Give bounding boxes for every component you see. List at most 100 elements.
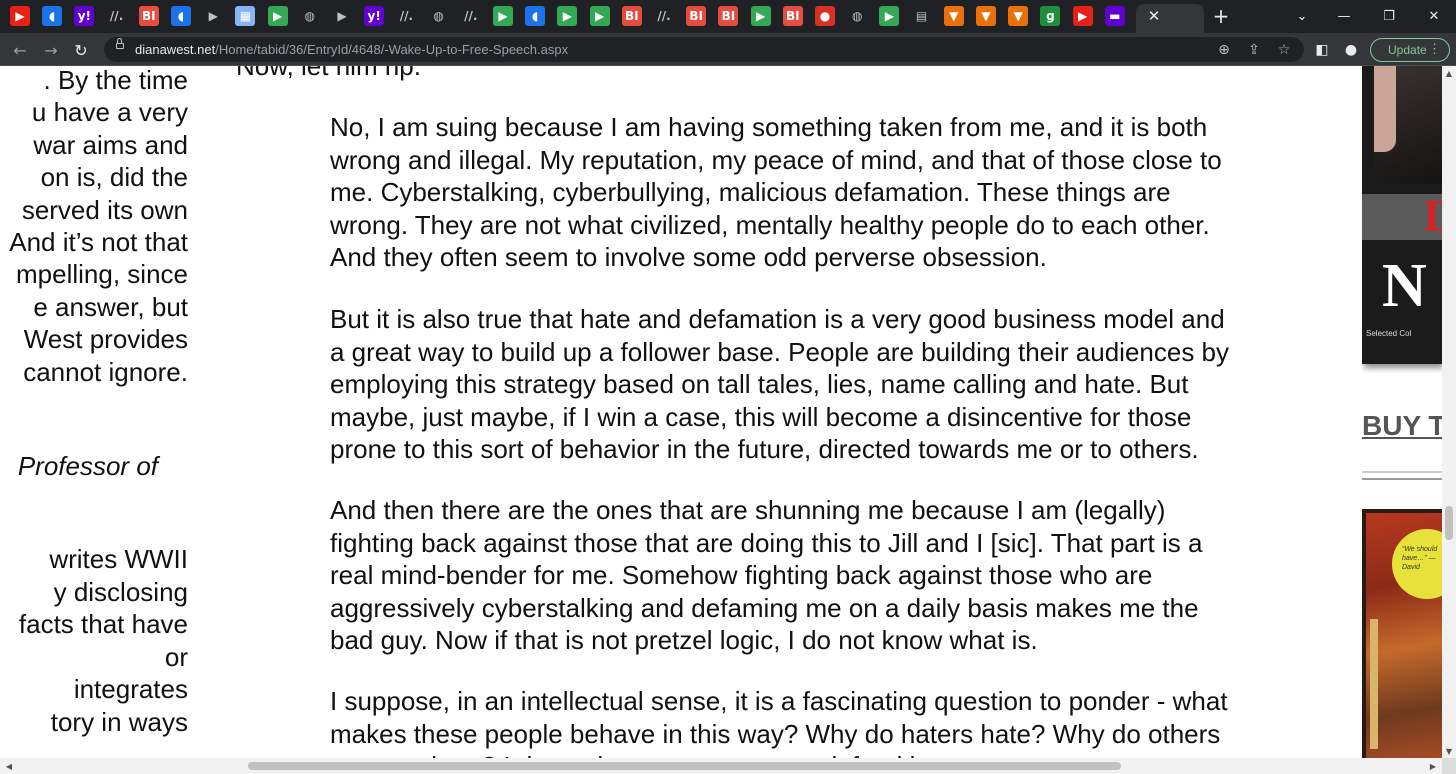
bookmark-icon[interactable]: ▼ [976,6,996,26]
quote-line: maybe, just maybe, if I win a case, this… [330,401,1192,432]
left-column-line: . By the time [43,66,189,95]
left-column-line: served its own [21,194,188,225]
scroll-up-arrow-icon[interactable]: ▲ [1442,66,1456,80]
quote-line: a great way to build up a follower base.… [330,336,1230,367]
left-column-line: Professor of [17,451,158,481]
globe-icon[interactable]: ◍ [847,6,867,26]
book-cover-image[interactable]: D N Selected Col [1362,66,1442,364]
bookmark-icon[interactable]: ▼ [1008,6,1029,26]
left-column-line: war aims and [33,129,188,160]
buy-book-link[interactable]: BUY T [1362,410,1442,442]
minimize-button[interactable]: — [1331,5,1357,27]
globe-icon[interactable]: ◍ [300,6,320,26]
quote-paragraph: But it is also true that hate and defama… [330,303,1229,466]
lock-icon [116,38,124,49]
quote-line: And then there are the ones that are shu… [330,495,1166,525]
badge-blurb: “We should have…” — David [1402,546,1438,571]
book-cover-title: N [1382,252,1427,320]
vertical-scrollbar[interactable]: ▲ ▼ [1442,66,1456,758]
quote-line: real mind-bender for me. Somehow fightin… [330,560,1153,590]
update-button[interactable]: Update ⋮ [1370,38,1450,62]
quote-line: wrong. They are not what civilized, ment… [330,209,1210,240]
site-icon[interactable]: //. [107,6,127,26]
section-heading: Now, let him rip. [236,66,421,81]
quote-line: But it is also true that hate and defama… [330,304,1225,334]
maximize-button[interactable]: ❐ [1376,5,1402,27]
site-icon[interactable]: //. [461,6,481,26]
left-column-line: on is, did the [40,162,188,193]
play-icon[interactable]: ▶ [493,6,513,26]
quote-line: fighting back against those that are doi… [330,527,1203,558]
puzzle-icon[interactable]: ▦ [235,6,256,26]
scroll-right-arrow-icon[interactable]: ▶ [1426,759,1440,773]
play-icon[interactable]: ▶ [589,6,610,26]
browser-toolbar: ← → ↻ dianawest.net/Home/tabid/36/EntryI… [0,33,1456,66]
business-insider-icon[interactable]: BI [718,6,739,26]
bookmark-icon[interactable]: ▼ [943,6,964,26]
forward-arrow-icon[interactable]: → [40,39,62,61]
address-bar[interactable]: dianawest.net/Home/tabid/36/EntryId/4648… [104,37,1304,62]
horizontal-scrollbar[interactable]: ◀ ▶ [0,758,1442,774]
quote-line: And they often seem to involve some odd … [330,242,1047,272]
zoom-icon[interactable]: ⊕ [1214,40,1234,60]
youtube-icon[interactable]: ▶ [10,6,30,26]
side-panel-icon[interactable]: ◧ [1312,40,1332,60]
business-insider-icon[interactable]: BI [782,6,803,26]
left-column-line: tory in ways [50,707,188,737]
profile-avatar-icon[interactable]: ● [1341,40,1361,60]
play-icon[interactable]: ▶ [750,6,771,26]
tag-icon[interactable]: ▶ [203,6,223,26]
left-column-line: mpelling, since [16,259,188,290]
goodreads-icon[interactable]: g [1040,6,1061,26]
quote-paragraph: And then there are the ones that are shu… [330,494,1202,657]
quote-paragraph: I suppose, in an intellectual sense, it … [330,685,1228,758]
divider [1362,471,1442,473]
tag-icon[interactable]: ▶ [332,6,352,26]
left-column-line: u have a very [31,97,188,128]
url-text[interactable]: dianawest.net/Home/tabid/36/EntryId/4648… [135,42,568,57]
right-sidebar: D N Selected Col BUY T “We should have…”… [1362,66,1442,758]
back-arrow-icon[interactable]: ← [9,39,31,61]
play-icon[interactable]: ▶ [267,6,288,26]
globe-icon[interactable]: ◍ [429,6,449,26]
vertical-scroll-thumb[interactable] [1445,506,1453,540]
left-column-line: writes WWII [49,544,188,574]
quote-line: bad guy. Now if that is not pretzel logi… [330,625,1038,655]
mail-icon[interactable]: ▬ [1104,6,1125,26]
window-close-button[interactable]: ✕ [1421,5,1447,27]
new-tab-button[interactable]: + [1210,4,1232,28]
scroll-down-arrow-icon[interactable]: ▼ [1442,744,1456,758]
business-insider-icon[interactable]: BI [138,6,159,26]
news-icon[interactable]: ▤ [912,6,932,26]
tab-search-chevron-icon[interactable]: ⌄ [1289,5,1315,27]
site-icon[interactable]: //. [654,6,674,26]
yahoo-icon[interactable]: y! [364,6,385,26]
horizontal-scroll-thumb[interactable] [248,762,1121,770]
youtube-icon[interactable]: ▶ [1072,6,1093,26]
left-column-line: facts that have [18,609,188,640]
yahoo-icon[interactable]: y! [74,6,95,26]
microphone-icon[interactable]: ● [815,6,835,26]
quote-line: I suppose, in an intellectual sense, it … [330,686,1228,716]
bookmark-star-icon[interactable]: ☆ [1274,40,1294,60]
book-cover-subtitle: Selected Col [1366,329,1412,338]
reload-icon[interactable]: ↻ [70,39,92,61]
close-tab-icon[interactable]: ✕ [1145,6,1163,26]
second-book-cover-image[interactable]: “We should have…” — David [1362,509,1442,758]
shield-icon[interactable]: ◖ [42,6,63,26]
play-icon[interactable]: ▶ [879,6,900,26]
business-insider-icon[interactable]: BI [621,6,642,26]
shield-icon[interactable]: ◖ [171,6,191,26]
quote-line: support them? I do not have an answer, a… [330,750,1228,758]
main-content: . By the time u have a very war aims and on… [0,66,1360,758]
left-column-line: or [164,641,188,672]
left-column-line: e answer, but [33,291,188,322]
menu-dots-icon[interactable]: ⋮ [1428,41,1441,57]
quote-line: prone to this sort of behavior in the fu… [330,434,1199,464]
shield-icon[interactable]: ◖ [525,6,546,26]
share-icon[interactable]: ⇪ [1244,40,1264,60]
site-icon[interactable]: //. [396,6,416,26]
play-icon[interactable]: ▶ [557,6,578,26]
scroll-left-arrow-icon[interactable]: ◀ [2,759,16,773]
business-insider-icon[interactable]: BI [686,6,707,26]
